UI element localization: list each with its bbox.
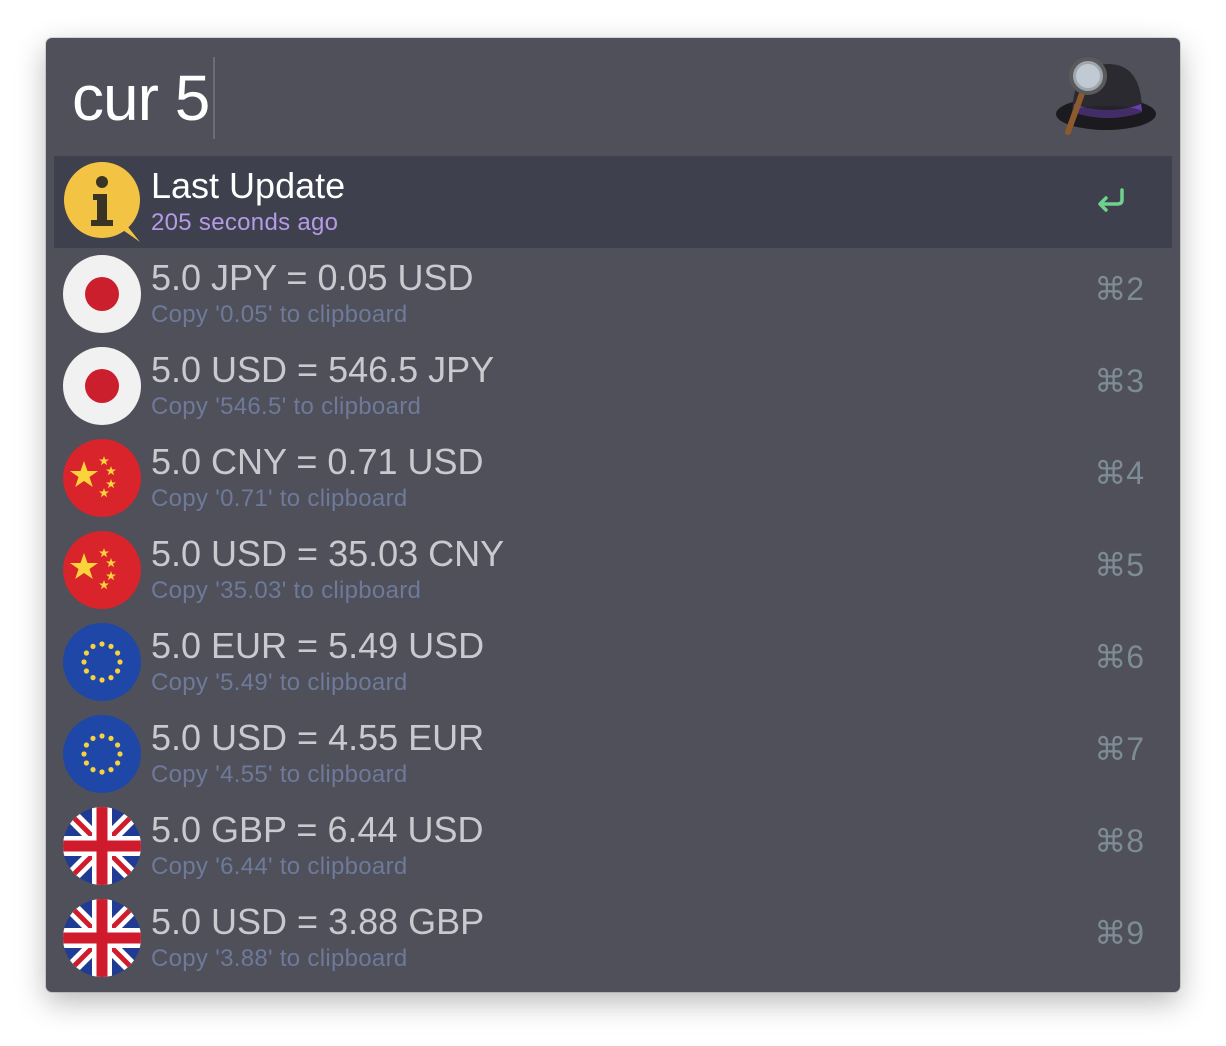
eu-flag-icon (62, 622, 142, 702)
result-row-usd-jpy[interactable]: 5.0 USD = 546.5 JPY Copy '546.5' to clip… (54, 340, 1172, 432)
result-title: 5.0 USD = 3.88 GBP (151, 901, 485, 942)
result-shortcut: ⌘6 (1094, 639, 1144, 675)
result-shortcut: ⌘7 (1094, 731, 1144, 767)
text-caret (213, 57, 216, 139)
info-icon (62, 162, 142, 242)
result-subtitle: Copy '35.03' to clipboard (151, 577, 422, 604)
result-row-eur-usd[interactable]: 5.0 EUR = 5.49 USD Copy '5.49' to clipbo… (54, 616, 1172, 708)
result-title: 5.0 CNY = 0.71 USD (151, 441, 484, 482)
result-shortcut: ⌘8 (1094, 823, 1144, 859)
japan-flag-icon (62, 346, 142, 426)
result-title: 5.0 USD = 4.55 EUR (151, 717, 485, 758)
result-title: 5.0 USD = 35.03 CNY (151, 533, 505, 574)
result-row-gbp-usd[interactable]: 5.0 GBP = 6.44 USD Copy '6.44' to clipbo… (54, 800, 1172, 892)
result-title: 5.0 JPY = 0.05 USD (151, 257, 474, 298)
result-title: 5.0 GBP = 6.44 USD (151, 809, 484, 850)
result-subtitle: Copy '0.05' to clipboard (151, 301, 408, 328)
search-bar: cur 5 (46, 38, 1180, 156)
china-flag-icon (62, 530, 142, 610)
uk-flag-icon (62, 898, 142, 978)
result-title: 5.0 USD = 546.5 JPY (151, 349, 495, 390)
result-shortcut: ⌘4 (1094, 455, 1144, 491)
uk-flag-icon (62, 806, 142, 886)
result-subtitle: Copy '546.5' to clipboard (151, 393, 422, 420)
japan-flag-icon (62, 254, 142, 334)
result-subtitle: Copy '6.44' to clipboard (151, 853, 408, 880)
search-query-text[interactable]: cur 5 (72, 66, 210, 130)
result-subtitle: Copy '5.49' to clipboard (151, 669, 408, 696)
launcher-window: cur 5 Last Update 205 seconds ago 5.0 JP… (46, 38, 1180, 992)
result-shortcut: ⌘9 (1094, 915, 1144, 951)
alfred-hat-icon (1054, 54, 1164, 138)
result-subtitle: Copy '3.88' to clipboard (151, 945, 408, 972)
result-shortcut: ⌘5 (1094, 547, 1144, 583)
search-input[interactable]: cur 5 (72, 57, 216, 139)
result-row-usd-eur[interactable]: 5.0 USD = 4.55 EUR Copy '4.55' to clipbo… (54, 708, 1172, 800)
result-row-usd-cny[interactable]: 5.0 USD = 35.03 CNY Copy '35.03' to clip… (54, 524, 1172, 616)
eu-flag-icon (62, 714, 142, 794)
result-title: 5.0 EUR = 5.49 USD (151, 625, 485, 666)
result-row-cny-usd[interactable]: 5.0 CNY = 0.71 USD Copy '0.71' to clipbo… (54, 432, 1172, 524)
result-row-usd-gbp[interactable]: 5.0 USD = 3.88 GBP Copy '3.88' to clipbo… (54, 892, 1172, 984)
result-shortcut: ⌘3 (1094, 363, 1144, 399)
china-flag-icon (62, 438, 142, 518)
result-subtitle: Copy '0.71' to clipboard (151, 485, 408, 512)
result-row-last-update[interactable]: Last Update 205 seconds ago (54, 156, 1172, 248)
result-title: Last Update (151, 165, 346, 206)
result-shortcut: ⌘2 (1094, 271, 1144, 307)
results-list: Last Update 205 seconds ago 5.0 JPY = 0.… (54, 156, 1172, 984)
result-subtitle: 205 seconds ago (151, 209, 339, 236)
return-icon (1098, 188, 1124, 212)
result-subtitle: Copy '4.55' to clipboard (151, 761, 408, 788)
result-row-jpy-usd[interactable]: 5.0 JPY = 0.05 USD Copy '0.05' to clipbo… (54, 248, 1172, 340)
